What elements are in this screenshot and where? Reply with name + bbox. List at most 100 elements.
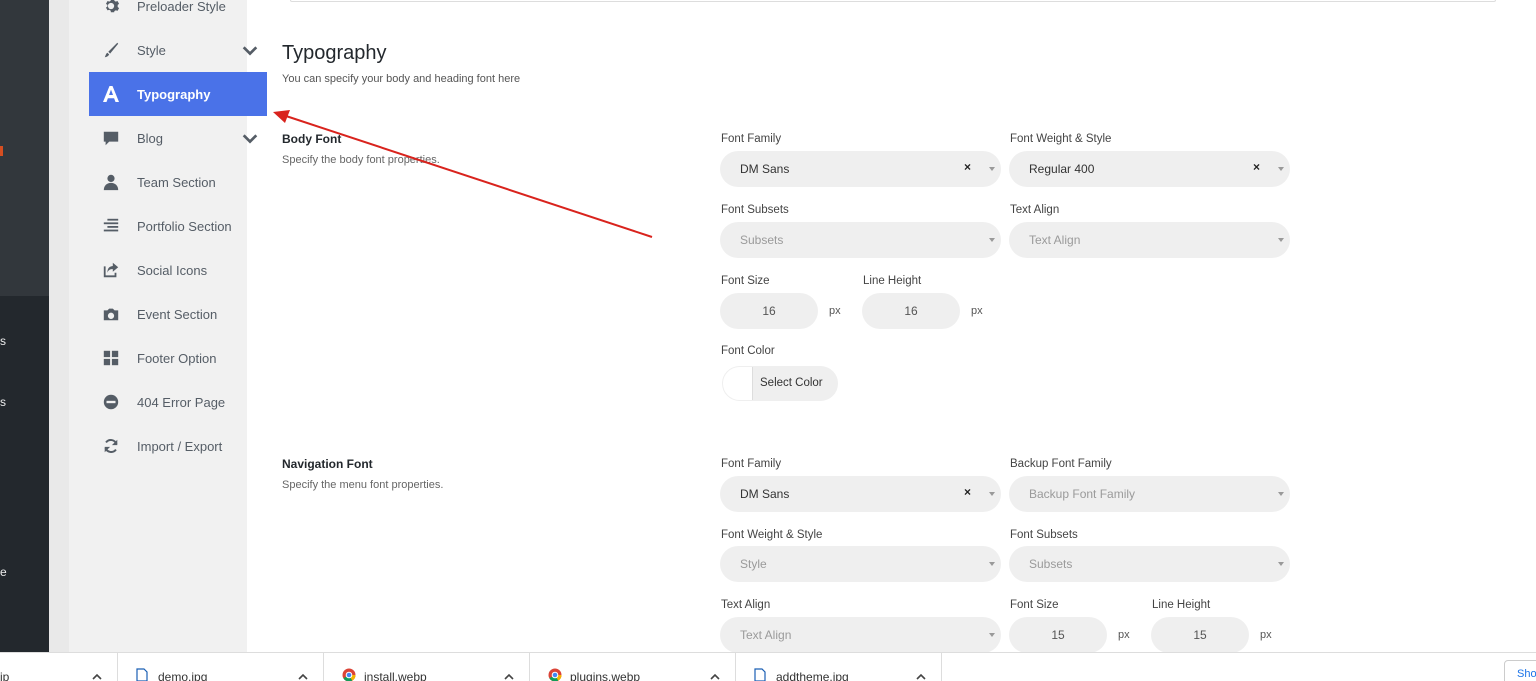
nav-font-size-label: Font Size: [1010, 599, 1059, 611]
sidebar-item-preloader-style[interactable]: Preloader Style: [89, 0, 267, 28]
sidebar-item-label: 404 Error Page: [137, 394, 226, 410]
chevron-up-icon[interactable]: [709, 670, 721, 681]
sidebar-item-social-icons[interactable]: Social Icons: [89, 248, 267, 292]
wp-admin-menu-upper: [0, 0, 49, 296]
downloads-bar: ip demo.jpg install.webp plugins.webp ad…: [0, 652, 1536, 681]
top-panel-edge: [290, 0, 1496, 2]
color-swatch: [723, 367, 753, 400]
wp-admin-sidebar: s s e: [0, 0, 49, 652]
sidebar-item-label: Portfolio Section: [137, 218, 232, 234]
body-line-height-label: Line Height: [863, 275, 922, 287]
dropdown-arrow-icon[interactable]: [989, 238, 995, 242]
body-font-family-select[interactable]: DM Sans ×: [720, 151, 1001, 187]
dropdown-arrow-icon[interactable]: [1278, 562, 1284, 566]
dropdown-arrow-icon[interactable]: [989, 562, 995, 566]
select-value: DM Sans: [740, 162, 790, 176]
navigation-font-description: Specify the menu font properties.: [282, 479, 444, 491]
chevron-up-icon[interactable]: [297, 670, 309, 681]
chevron-down-icon[interactable]: [241, 129, 259, 147]
align-icon: [101, 216, 121, 236]
body-font-title: Body Font: [282, 132, 342, 146]
download-item[interactable]: demo.jpg: [118, 653, 324, 681]
sidebar-item-label: Team Section: [137, 174, 216, 190]
download-filename: install.webp: [364, 670, 427, 681]
body-font-size-input[interactable]: 16: [720, 293, 818, 329]
grid-icon: [101, 348, 121, 368]
chrome-icon: [548, 668, 562, 681]
nav-backup-font-label: Backup Font Family: [1010, 458, 1112, 470]
chrome-icon: [342, 668, 356, 681]
body-font-weight-label: Font Weight & Style: [1010, 133, 1112, 145]
sidebar-item-404-error-page[interactable]: 404 Error Page: [89, 380, 267, 424]
sidebar-item-import-export[interactable]: Import / Export: [89, 424, 267, 468]
unit-label: px: [1260, 629, 1272, 641]
select-color-button[interactable]: Select Color: [722, 366, 838, 401]
sidebar-item-blog[interactable]: Blog: [89, 116, 267, 160]
nav-font-size-input[interactable]: 15: [1009, 617, 1107, 653]
chevron-up-icon[interactable]: [915, 670, 927, 681]
font-icon: [101, 84, 121, 104]
body-font-color-label: Font Color: [721, 345, 775, 357]
nav-font-family-select[interactable]: DM Sans ×: [720, 476, 1001, 512]
chevron-up-icon[interactable]: [503, 670, 515, 681]
select-placeholder: Backup Font Family: [1029, 487, 1136, 501]
chevron-down-icon[interactable]: [241, 41, 259, 59]
sidebar-item-label: Blog: [137, 130, 164, 146]
nav-text-align-label: Text Align: [721, 599, 771, 611]
nav-font-subsets-select[interactable]: Subsets: [1009, 546, 1290, 582]
sidebar-item-label: Event Section: [137, 306, 218, 322]
dropdown-arrow-icon[interactable]: [989, 492, 995, 496]
download-item[interactable]: install.webp: [324, 653, 530, 681]
sidebar-item-team-section[interactable]: Team Section: [89, 160, 267, 204]
select-placeholder: Subsets: [740, 233, 784, 247]
download-filename: ip: [0, 670, 10, 681]
body-font-description: Specify the body font properties.: [282, 154, 440, 166]
clear-icon[interactable]: ×: [964, 160, 971, 174]
dropdown-arrow-icon[interactable]: [1278, 492, 1284, 496]
nav-line-height-label: Line Height: [1152, 599, 1211, 611]
dropdown-arrow-icon[interactable]: [1278, 238, 1284, 242]
sidebar-item-event-section[interactable]: Event Section: [89, 292, 267, 336]
dropdown-arrow-icon[interactable]: [1278, 167, 1284, 171]
camera-icon: [101, 304, 121, 324]
dropdown-arrow-icon[interactable]: [989, 633, 995, 637]
wp-admin-menu-fragment[interactable]: e: [0, 565, 7, 579]
wp-admin-menu-fragment[interactable]: s: [0, 334, 6, 348]
unit-label: px: [1118, 629, 1130, 641]
nav-text-align-select[interactable]: Text Align: [720, 617, 1001, 653]
unit-label: px: [829, 305, 841, 317]
select-color-label: Select Color: [760, 377, 823, 389]
chevron-up-icon[interactable]: [91, 670, 103, 681]
select-value: DM Sans: [740, 487, 790, 501]
sidebar-item-typography[interactable]: Typography: [89, 72, 267, 116]
unit-label: px: [971, 305, 983, 317]
body-font-subsets-label: Font Subsets: [721, 204, 789, 216]
sidebar-item-label: Typography: [137, 86, 211, 102]
nav-font-weight-select[interactable]: Style: [720, 546, 1001, 582]
select-value: Regular 400: [1029, 162, 1095, 176]
sidebar-item-portfolio-section[interactable]: Portfolio Section: [89, 204, 267, 248]
body-font-size-label: Font Size: [721, 275, 770, 287]
dropdown-arrow-icon[interactable]: [989, 167, 995, 171]
body-line-height-input[interactable]: 16: [862, 293, 960, 329]
wp-admin-accent-mark: [0, 146, 3, 156]
nav-backup-font-select[interactable]: Backup Font Family: [1009, 476, 1290, 512]
sidebar-item-footer-option[interactable]: Footer Option: [89, 336, 267, 380]
download-item[interactable]: ip: [0, 653, 118, 681]
download-filename: demo.jpg: [158, 670, 208, 681]
nav-line-height-input[interactable]: 15: [1151, 617, 1249, 653]
clear-icon[interactable]: ×: [1253, 160, 1260, 174]
body-text-align-select[interactable]: Text Align: [1009, 222, 1290, 258]
select-placeholder: Text Align: [1029, 233, 1081, 247]
download-item[interactable]: addtheme.jpg: [736, 653, 942, 681]
file-icon: [136, 668, 148, 681]
brush-icon: [101, 40, 121, 60]
clear-icon[interactable]: ×: [964, 485, 971, 499]
sidebar-item-label: Preloader Style: [137, 0, 226, 14]
show-all-button[interactable]: Sho: [1504, 660, 1536, 681]
sidebar-item-style[interactable]: Style: [89, 28, 267, 72]
body-font-weight-select[interactable]: Regular 400 ×: [1009, 151, 1290, 187]
wp-admin-menu-fragment[interactable]: s: [0, 395, 6, 409]
download-item[interactable]: plugins.webp: [530, 653, 736, 681]
body-font-subsets-select[interactable]: Subsets: [720, 222, 1001, 258]
